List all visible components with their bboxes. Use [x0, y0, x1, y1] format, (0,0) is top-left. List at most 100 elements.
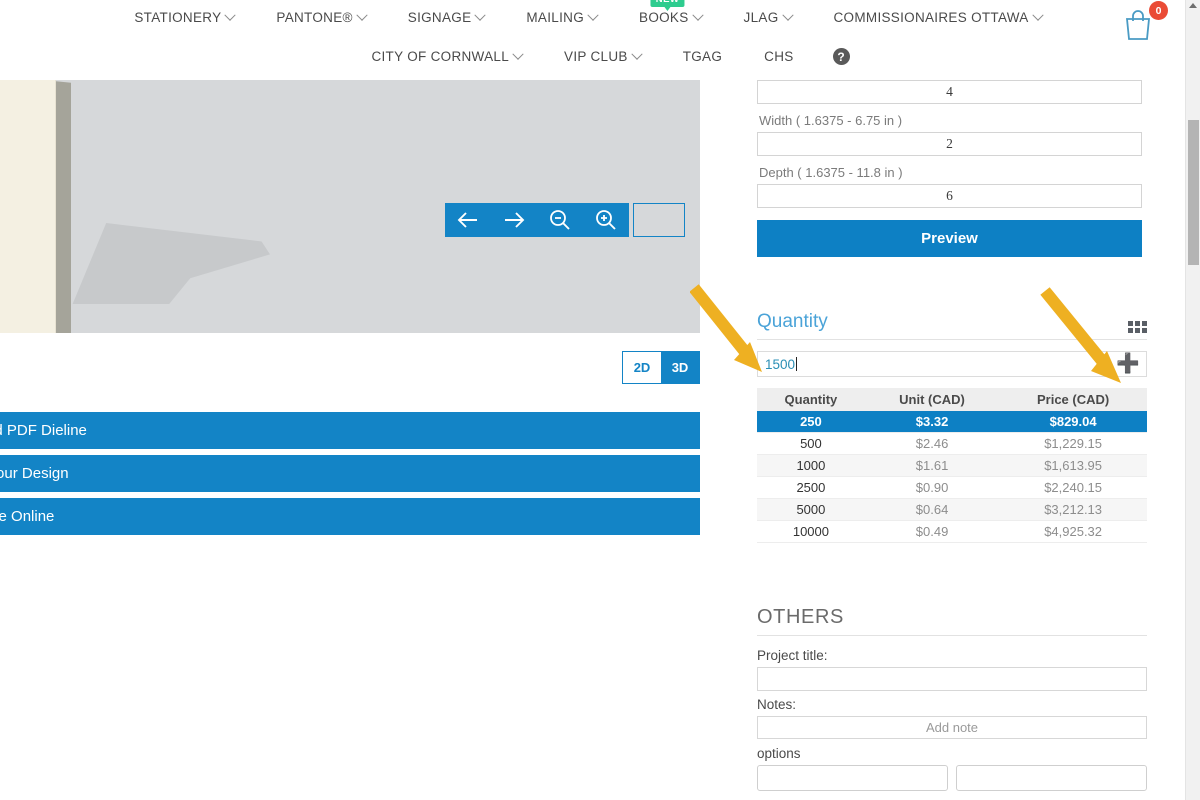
price-breaks-table: Quantity Unit (CAD) Price (CAD) 250 $3.3… — [757, 388, 1147, 543]
customize-online-button[interactable]: Customize Online — [0, 498, 700, 535]
arrow-right-icon — [501, 209, 527, 231]
button-label: Download PDF Dieline — [0, 422, 87, 439]
others-section-header: OTHERS — [757, 606, 1147, 636]
cell-unit: $3.32 — [865, 411, 999, 433]
nav-label: TGAG — [683, 49, 722, 64]
cell-unit: $2.46 — [865, 433, 999, 455]
scrollbar-thumb[interactable] — [1188, 120, 1199, 265]
viewer-color-swatch-button[interactable] — [633, 203, 685, 237]
upload-your-design-button[interactable]: Upload Your Design — [0, 455, 700, 492]
cart-count-badge: 0 — [1149, 1, 1168, 20]
cell-quantity: 5000 — [757, 499, 865, 521]
width-label: Width ( 1.6375 - 6.75 in ) — [759, 113, 1149, 128]
cell-unit: $1.61 — [865, 455, 999, 477]
quantity-input[interactable]: 1500 ➕ — [757, 351, 1147, 377]
table-row[interactable]: 10000 $0.49 $4,925.32 — [757, 521, 1147, 543]
table-header-row: Quantity Unit (CAD) Price (CAD) — [757, 388, 1147, 411]
table-row[interactable]: 5000 $0.64 $3,212.13 — [757, 499, 1147, 521]
cart-button[interactable]: 0 — [1120, 2, 1168, 42]
width-input[interactable]: 2 — [757, 132, 1142, 156]
cell-quantity: 500 — [757, 433, 865, 455]
cell-price: $4,925.32 — [999, 521, 1147, 543]
help-icon[interactable]: ? — [833, 48, 850, 65]
viewer-toolbar — [445, 203, 685, 237]
cell-price: $3,212.13 — [999, 499, 1147, 521]
nav-item-tgag[interactable]: TGAG — [662, 49, 743, 64]
nav-item-pantone[interactable]: PANTONE® — [255, 10, 386, 25]
tab-2d[interactable]: 2D — [623, 352, 661, 383]
depth-input[interactable]: 6 — [757, 184, 1142, 208]
quantity-title: Quantity — [757, 311, 828, 333]
cell-unit: $0.90 — [865, 477, 999, 499]
cell-price: $829.04 — [999, 411, 1147, 433]
nav-item-stationery[interactable]: STATIONERY — [113, 10, 255, 25]
nav-item-jlag[interactable]: JLAG — [723, 10, 813, 25]
dimension-mode-toggle: 2D 3D — [622, 351, 700, 384]
table-row[interactable]: 250 $3.32 $829.04 — [757, 411, 1147, 433]
table-row[interactable]: 2500 $0.90 $2,240.15 — [757, 477, 1147, 499]
chevron-down-icon — [475, 9, 486, 20]
download-pdf-dieline-button[interactable]: Download PDF Dieline — [0, 412, 700, 449]
nav-label: VIP CLUB — [564, 49, 628, 64]
add-note-input[interactable]: Add note — [757, 716, 1147, 739]
preview-button[interactable]: Preview — [757, 220, 1142, 257]
new-badge: NEW — [651, 0, 685, 7]
nav-item-city-of-cornwall[interactable]: CITY OF CORNWALL — [350, 49, 543, 64]
column-header-quantity: Quantity — [757, 388, 865, 411]
page-gutter — [700, 80, 743, 800]
height-input[interactable]: 4 — [757, 80, 1142, 104]
tab-3d[interactable]: 3D — [661, 352, 699, 383]
product-configurator-panel: 4 Width ( 1.6375 - 6.75 in ) 2 Depth ( 1… — [743, 80, 1163, 800]
quantity-input-value: 1500 — [765, 357, 795, 372]
quantity-section-header: Quantity — [757, 311, 1147, 340]
nav-item-vip-club[interactable]: VIP CLUB — [543, 49, 662, 64]
nav-label: SIGNAGE — [408, 10, 472, 25]
nav-item-chs[interactable]: CHS — [743, 49, 814, 64]
nav-item-signage[interactable]: SIGNAGE — [387, 10, 506, 25]
box-3d-shadow — [60, 212, 270, 304]
project-title-input[interactable] — [757, 667, 1147, 691]
viewer-next-button[interactable] — [491, 203, 537, 237]
chevron-down-icon — [225, 9, 236, 20]
viewer-zoom-out-button[interactable] — [537, 203, 583, 237]
cell-quantity: 10000 — [757, 521, 865, 543]
chevron-down-icon — [782, 9, 793, 20]
nav-item-books[interactable]: NEW BOOKS — [618, 10, 723, 25]
cell-unit: $0.64 — [865, 499, 999, 521]
page-scrollbar[interactable] — [1185, 0, 1200, 800]
zoom-in-icon — [593, 208, 619, 232]
zoom-out-icon — [547, 208, 573, 232]
browser-viewport: STATIONERY PANTONE® SIGNAGE MAILING NEW … — [0, 0, 1200, 800]
nav-item-commissionaires-ottawa[interactable]: COMMISSIONAIRES OTTAWA — [813, 10, 1063, 25]
depth-label: Depth ( 1.6375 - 11.8 in ) — [759, 165, 1149, 180]
box-3d-model-side — [56, 81, 71, 333]
nav-label: STATIONERY — [134, 10, 221, 25]
table-row[interactable]: 500 $2.46 $1,229.15 — [757, 433, 1147, 455]
text-cursor — [796, 357, 797, 371]
secondary-nav: CITY OF CORNWALL VIP CLUB TGAG CHS ? — [0, 48, 1200, 65]
nav-item-mailing[interactable]: MAILING — [505, 10, 618, 25]
option-select-2[interactable] — [956, 765, 1147, 791]
notes-label: Notes: — [757, 697, 1149, 712]
cell-quantity: 250 — [757, 411, 865, 433]
viewer-zoom-in-button[interactable] — [583, 203, 629, 237]
cell-price: $1,229.15 — [999, 433, 1147, 455]
nav-label: JLAG — [744, 10, 779, 25]
others-title: OTHERS — [757, 606, 844, 629]
box-3d-model-front — [0, 80, 56, 333]
viewer-prev-button[interactable] — [445, 203, 491, 237]
button-label: Upload Your Design — [0, 465, 69, 482]
scroll-up-arrow-icon[interactable] — [1189, 3, 1197, 8]
add-quantity-plus-icon[interactable]: ➕ — [1116, 355, 1140, 374]
grid-icon[interactable] — [1128, 321, 1147, 333]
option-select-1[interactable] — [757, 765, 948, 791]
chevron-down-icon — [587, 9, 598, 20]
chevron-down-icon — [512, 48, 523, 59]
cell-price: $1,613.95 — [999, 455, 1147, 477]
site-header: STATIONERY PANTONE® SIGNAGE MAILING NEW … — [0, 0, 1200, 80]
chevron-down-icon — [692, 9, 703, 20]
cell-quantity: 1000 — [757, 455, 865, 477]
table-row[interactable]: 1000 $1.61 $1,613.95 — [757, 455, 1147, 477]
chevron-down-icon — [631, 48, 642, 59]
options-label: options — [757, 746, 1149, 761]
